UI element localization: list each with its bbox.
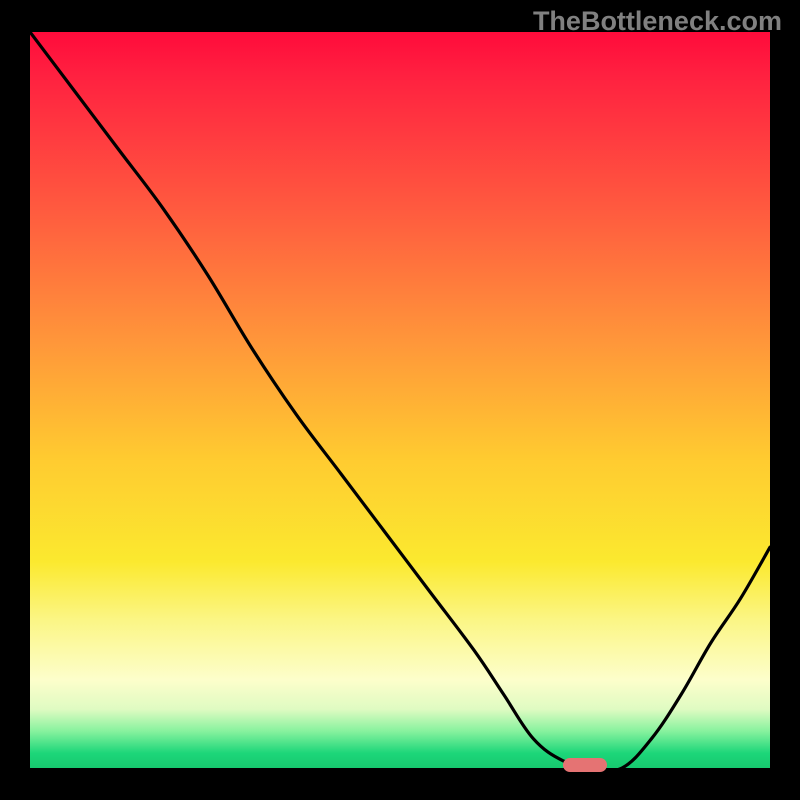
plot-area	[30, 32, 770, 768]
chart-container: TheBottleneck.com	[0, 0, 800, 800]
optimum-marker	[563, 758, 607, 772]
gradient-background	[30, 32, 770, 768]
